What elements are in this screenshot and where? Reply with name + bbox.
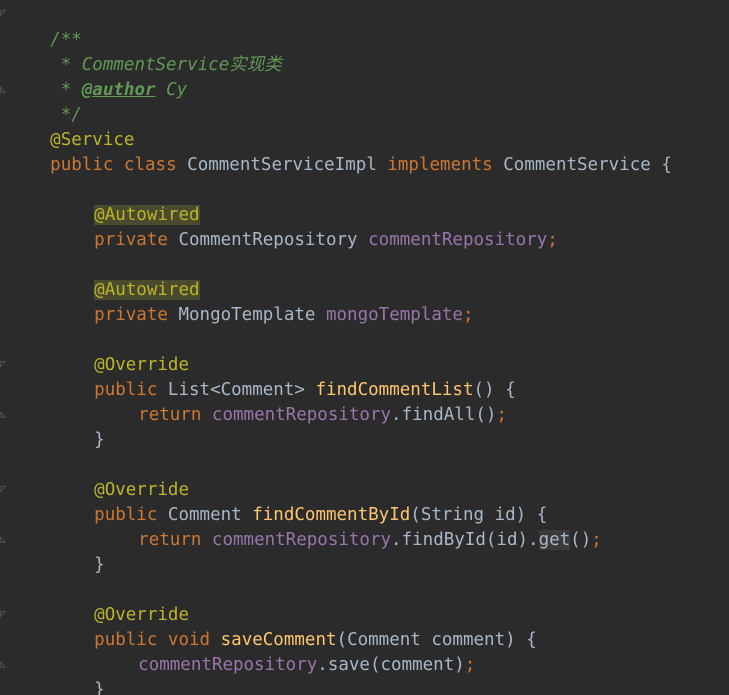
fold-marker-icon[interactable]: ◸	[0, 359, 7, 370]
fold-marker-icon[interactable]: ◺	[0, 84, 7, 95]
type-name: CommentRepository	[178, 230, 358, 250]
dot: .	[391, 530, 402, 550]
method-call-highlighted: get	[538, 530, 571, 550]
code-line: * @author Cy	[8, 53, 187, 100]
method-call: findById(id).	[401, 530, 539, 550]
code-line: public Comment findCommentById(String id…	[52, 478, 547, 525]
code-line: /**	[8, 3, 82, 50]
keyword-text: implements	[387, 155, 493, 175]
brace: }	[94, 430, 105, 450]
fold-marker-icon[interactable]: ◸	[0, 609, 7, 620]
code-line: public List<Comment> findCommentList() {	[52, 353, 516, 400]
code-line: @Override	[52, 453, 189, 500]
brace: }	[94, 555, 105, 575]
javadoc-tag: @author	[81, 80, 156, 100]
class-name: CommentServiceImpl	[187, 155, 377, 175]
code-line: @Autowired	[52, 178, 200, 225]
semicolon: ;	[462, 305, 474, 325]
code-line: @Override	[52, 328, 189, 375]
fold-marker-icon[interactable]: ◺	[0, 409, 7, 420]
code-line: }	[52, 403, 105, 450]
fold-marker-icon[interactable]: ◺	[0, 659, 7, 670]
interface-name: CommentService	[503, 155, 651, 175]
brace: {	[526, 630, 537, 650]
field-name: commentRepository	[138, 655, 318, 675]
field-name: mongoTemplate	[325, 305, 463, 325]
semicolon: ;	[547, 230, 558, 250]
field-name: commentRepository	[368, 230, 548, 250]
keyword-text: class	[123, 155, 177, 175]
keyword-text: private	[94, 230, 168, 250]
code-line: @Override	[52, 578, 189, 625]
code-line: */	[8, 78, 82, 125]
method-call: save(comment)	[327, 655, 465, 675]
field-name: commentRepository	[211, 530, 392, 550]
code-line: }	[52, 528, 105, 575]
brace: {	[661, 155, 672, 175]
keyword-text: return	[138, 530, 202, 550]
comment-text: Cy	[155, 80, 188, 100]
method-call: findAll()	[401, 405, 497, 425]
dot: .	[391, 405, 402, 425]
semicolon: ;	[591, 530, 602, 550]
code-line: return commentRepository.findAll();	[96, 378, 507, 425]
brace: }	[94, 680, 105, 695]
code-line: private MongoTemplate mongoTemplate;	[52, 278, 473, 325]
keyword-text: private	[94, 305, 168, 325]
keyword-text: public	[50, 155, 114, 175]
code-line: @Service	[8, 103, 134, 150]
parens: ()	[570, 530, 592, 550]
code-line: * CommentService实现类	[8, 28, 282, 75]
semicolon: ;	[464, 655, 476, 675]
code-line: public class CommentServiceImpl implemen…	[8, 128, 672, 175]
fold-marker-icon[interactable]: ◸	[0, 8, 7, 19]
code-line: return commentRepository.findById(id).ge…	[96, 503, 602, 550]
semicolon: ;	[496, 405, 507, 425]
field-name: commentRepository	[211, 405, 392, 425]
code-editor[interactable]: ◸ ◺ ◸ ◺ ◸ ◺ ◸ ◺ /** * CommentService实现类 …	[0, 0, 729, 695]
keyword-text: return	[138, 405, 202, 425]
fold-marker-icon[interactable]: ◸	[0, 484, 7, 495]
code-line: private CommentRepository commentReposit…	[52, 203, 558, 250]
code-line: commentRepository.save(comment);	[96, 628, 475, 675]
fold-marker-icon[interactable]: ◺	[0, 534, 7, 545]
code-line: @Autowired	[52, 253, 200, 300]
code-line: public void saveComment(Comment comment)…	[52, 603, 537, 650]
dot: .	[317, 655, 328, 675]
type-name: MongoTemplate	[178, 305, 316, 325]
code-line: }	[52, 653, 105, 695]
